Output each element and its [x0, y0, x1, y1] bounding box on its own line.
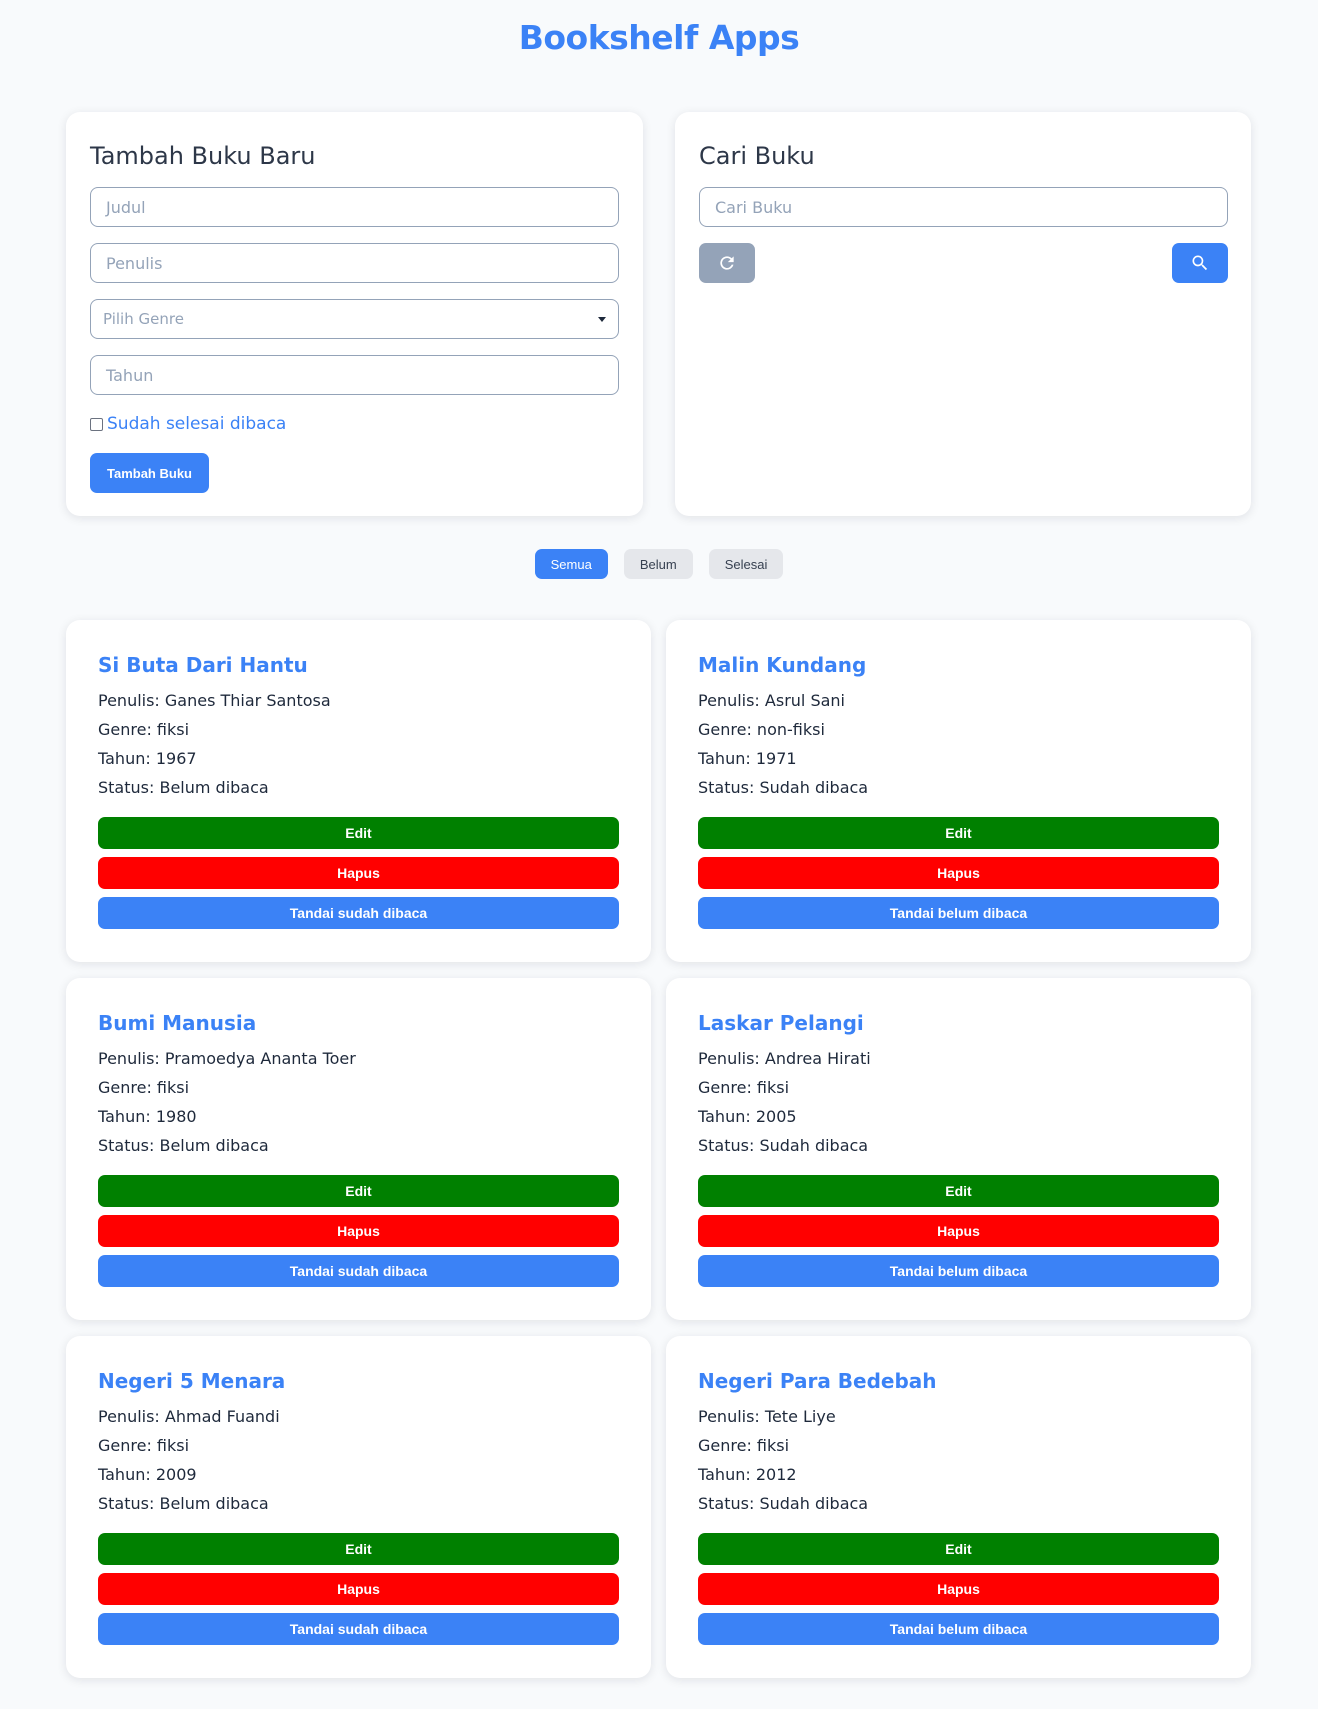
book-card: Negeri Para Bedebah Penulis: Tete Liye G… [666, 1336, 1251, 1678]
reset-search-button[interactable] [699, 243, 755, 283]
filter-all-button[interactable]: Semua [534, 549, 608, 579]
book-year: Tahun: 2009 [98, 1465, 197, 1484]
book-year: Tahun: 1980 [98, 1107, 197, 1126]
search-button[interactable] [1172, 243, 1228, 283]
genre-select[interactable]: Pilih Genre [90, 299, 619, 339]
edit-book-button[interactable]: Edit [698, 1175, 1219, 1207]
book-author: Penulis: Andrea Hirati [698, 1049, 871, 1068]
finished-checkbox-row[interactable]: Sudah selesai dibaca [90, 414, 286, 434]
book-list: Si Buta Dari Hantu Penulis: Ganes Thiar … [66, 620, 1251, 1678]
add-book-panel: Tambah Buku Baru Judul Penulis Pilih Gen… [66, 112, 643, 516]
book-author: Penulis: Pramoedya Ananta Toer [98, 1049, 356, 1068]
book-status: Status: Sudah dibaca [698, 1494, 869, 1513]
book-year: Tahun: 1967 [98, 749, 197, 768]
edit-book-button[interactable]: Edit [698, 1533, 1219, 1565]
book-card: Negeri 5 Menara Penulis: Ahmad Fuandi Ge… [66, 1336, 651, 1678]
book-status: Status: Sudah dibaca [698, 778, 869, 797]
delete-book-button[interactable]: Hapus [698, 857, 1219, 889]
book-genre: Genre: non-fiksi [698, 720, 825, 739]
year-input[interactable]: Tahun [90, 355, 619, 395]
book-year: Tahun: 2012 [698, 1465, 797, 1484]
book-genre: Genre: fiksi [698, 1436, 790, 1455]
search-panel: Cari Buku Cari Buku [675, 112, 1251, 516]
search-heading: Cari Buku [699, 142, 815, 170]
edit-book-button[interactable]: Edit [98, 817, 619, 849]
book-title: Bumi Manusia [98, 1011, 257, 1035]
book-year: Tahun: 2005 [698, 1107, 797, 1126]
book-genre: Genre: fiksi [98, 1078, 190, 1097]
search-icon [1192, 255, 1208, 271]
toggle-read-button[interactable]: Tandai belum dibaca [698, 1255, 1219, 1287]
delete-book-button[interactable]: Hapus [98, 1573, 619, 1605]
book-title: Malin Kundang [698, 653, 867, 677]
book-genre: Genre: fiksi [698, 1078, 790, 1097]
app-title: Bookshelf Apps [518, 18, 800, 57]
refresh-icon [720, 256, 734, 270]
book-title: Negeri Para Bedebah [698, 1369, 937, 1393]
book-author: Penulis: Ganes Thiar Santosa [98, 691, 331, 710]
delete-book-button[interactable]: Hapus [98, 857, 619, 889]
chevron-down-icon [598, 316, 606, 322]
book-author: Penulis: Ahmad Fuandi [98, 1407, 280, 1426]
book-year: Tahun: 1971 [698, 749, 797, 768]
title-input[interactable]: Judul [90, 187, 619, 227]
toggle-read-button[interactable]: Tandai sudah dibaca [98, 1255, 619, 1287]
genre-select-placeholder: Pilih Genre [103, 310, 184, 328]
toggle-read-button[interactable]: Tandai sudah dibaca [98, 897, 619, 929]
toggle-read-button[interactable]: Tandai sudah dibaca [98, 1613, 619, 1645]
add-book-button[interactable]: Tambah Buku [90, 453, 209, 493]
book-title: Laskar Pelangi [698, 1011, 864, 1035]
toggle-read-button[interactable]: Tandai belum dibaca [698, 1613, 1219, 1645]
delete-book-button[interactable]: Hapus [698, 1573, 1219, 1605]
filter-bar: Semua Belum Selesai [0, 549, 1318, 579]
edit-book-button[interactable]: Edit [98, 1533, 619, 1565]
add-book-heading: Tambah Buku Baru [90, 142, 316, 170]
toggle-read-button[interactable]: Tandai belum dibaca [698, 897, 1219, 929]
book-status: Status: Belum dibaca [98, 1136, 269, 1155]
filter-unread-button[interactable]: Belum [623, 549, 693, 579]
finished-checkbox-label[interactable]: Sudah selesai dibaca [107, 414, 286, 434]
book-status: Status: Belum dibaca [98, 778, 269, 797]
book-genre: Genre: fiksi [98, 1436, 190, 1455]
author-input[interactable]: Penulis [90, 243, 619, 283]
book-card: Laskar Pelangi Penulis: Andrea Hirati Ge… [666, 978, 1251, 1320]
delete-book-button[interactable]: Hapus [98, 1215, 619, 1247]
book-author: Penulis: Asrul Sani [698, 691, 845, 710]
filter-finished-button[interactable]: Selesai [708, 549, 784, 579]
edit-book-button[interactable]: Edit [698, 817, 1219, 849]
book-card: Si Buta Dari Hantu Penulis: Ganes Thiar … [66, 620, 651, 962]
book-status: Status: Belum dibaca [98, 1494, 269, 1513]
book-genre: Genre: fiksi [98, 720, 190, 739]
book-author: Penulis: Tete Liye [698, 1407, 836, 1426]
search-input[interactable]: Cari Buku [699, 187, 1228, 227]
finished-checkbox[interactable] [90, 417, 103, 431]
delete-book-button[interactable]: Hapus [698, 1215, 1219, 1247]
book-status: Status: Sudah dibaca [698, 1136, 869, 1155]
edit-book-button[interactable]: Edit [98, 1175, 619, 1207]
book-card: Bumi Manusia Penulis: Pramoedya Ananta T… [66, 978, 651, 1320]
book-title: Si Buta Dari Hantu [98, 653, 308, 677]
book-card: Malin Kundang Penulis: Asrul Sani Genre:… [666, 620, 1251, 962]
book-title: Negeri 5 Menara [98, 1369, 286, 1393]
